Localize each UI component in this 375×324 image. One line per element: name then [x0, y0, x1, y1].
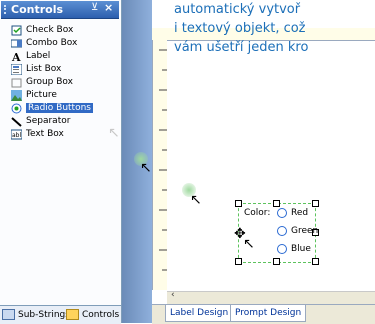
controls-icon — [66, 309, 79, 320]
radio-label-red: Red — [291, 208, 309, 218]
radio-label-green: Green — [291, 226, 319, 236]
list-item-radio-buttons[interactable]: Radio Buttons — [10, 102, 130, 115]
tab-label: Sub-Strings — [18, 310, 70, 320]
list-item-group-box[interactable]: Group Box — [10, 76, 130, 89]
label-icon: A — [11, 51, 22, 64]
designer-tabs: Label Design Prompt Design — [152, 304, 375, 324]
tab-sub-strings[interactable]: Sub-Strings — [2, 308, 70, 322]
groupbox-icon — [11, 77, 22, 88]
item-label: Combo Box — [26, 38, 78, 48]
separator-icon — [11, 116, 22, 127]
radio-label-blue: Blue — [291, 244, 311, 254]
ghost-cursor-icon: ↖ — [108, 125, 120, 141]
radio-green[interactable] — [277, 226, 287, 236]
picture-icon — [11, 90, 22, 101]
radio-blue[interactable] — [277, 244, 287, 254]
tab-label-design[interactable]: Label Design — [165, 305, 234, 322]
panel-bottom-tabs: Sub-Strings Controls — [0, 305, 121, 324]
radio-red[interactable] — [277, 208, 287, 218]
scroll-left-icon[interactable]: ‹ — [171, 290, 175, 300]
grip-icon — [4, 5, 8, 14]
svg-text:abl: abl — [12, 132, 21, 139]
resize-handle[interactable] — [312, 200, 319, 207]
resize-handle[interactable] — [312, 258, 319, 265]
tab-label: Controls — [82, 310, 120, 320]
controls-panel: Controls ⊻ × Check Box Combo Box A Label… — [0, 0, 122, 324]
body-text: automatický vytvoř i textový objekt, což… — [174, 0, 308, 57]
resize-handle[interactable] — [273, 200, 280, 207]
drag-cursor-icon: ↖ — [140, 160, 152, 176]
item-label: Separator — [26, 116, 71, 126]
item-label: List Box — [26, 64, 62, 74]
checkbox-icon — [11, 25, 22, 36]
horizontal-scrollbar[interactable]: ‹ — [167, 290, 375, 304]
resize-handle[interactable] — [235, 200, 242, 207]
item-label: Group Box — [26, 77, 73, 87]
item-label: Label — [26, 51, 51, 61]
textbox-icon: abl — [10, 129, 23, 140]
group-label: Color: — [244, 208, 271, 218]
radio-icon — [11, 103, 22, 114]
panel-title: Controls — [11, 3, 64, 16]
text-line: automatický vytvoř — [174, 2, 301, 17]
vertical-ruler — [152, 40, 168, 290]
list-item-check-box[interactable]: Check Box — [10, 24, 130, 37]
close-icon[interactable]: × — [104, 1, 113, 14]
tab-controls[interactable]: Controls — [66, 308, 119, 322]
resize-handle[interactable] — [273, 258, 280, 265]
substrings-icon — [2, 309, 15, 320]
combobox-icon — [10, 38, 23, 49]
item-label: Check Box — [26, 25, 74, 35]
resize-handle[interactable] — [235, 258, 242, 265]
drag-cursor-icon: ↖ — [190, 192, 202, 208]
controls-list: Check Box Combo Box A Label List Box Gro… — [10, 24, 130, 141]
svg-text:A: A — [11, 51, 21, 62]
pin-icon[interactable]: ⊻ — [91, 2, 98, 13]
list-item-combo-box[interactable]: Combo Box — [10, 37, 130, 50]
item-label: Text Box — [26, 129, 64, 139]
panel-titlebar[interactable]: Controls ⊻ × — [1, 1, 119, 19]
text-line: i textový objekt, což — [174, 21, 306, 36]
listbox-icon — [10, 63, 23, 76]
text-line: vám ušetří jeden kro — [174, 40, 309, 55]
list-item-list-box[interactable]: List Box — [10, 63, 130, 76]
pointer-cursor-icon: ↖ — [243, 236, 255, 252]
item-label: Picture — [26, 90, 57, 100]
item-label: Radio Buttons — [26, 103, 93, 113]
list-item-picture[interactable]: Picture — [10, 89, 130, 102]
list-item-label[interactable]: A Label — [10, 50, 130, 64]
tab-prompt-design[interactable]: Prompt Design — [230, 305, 307, 322]
